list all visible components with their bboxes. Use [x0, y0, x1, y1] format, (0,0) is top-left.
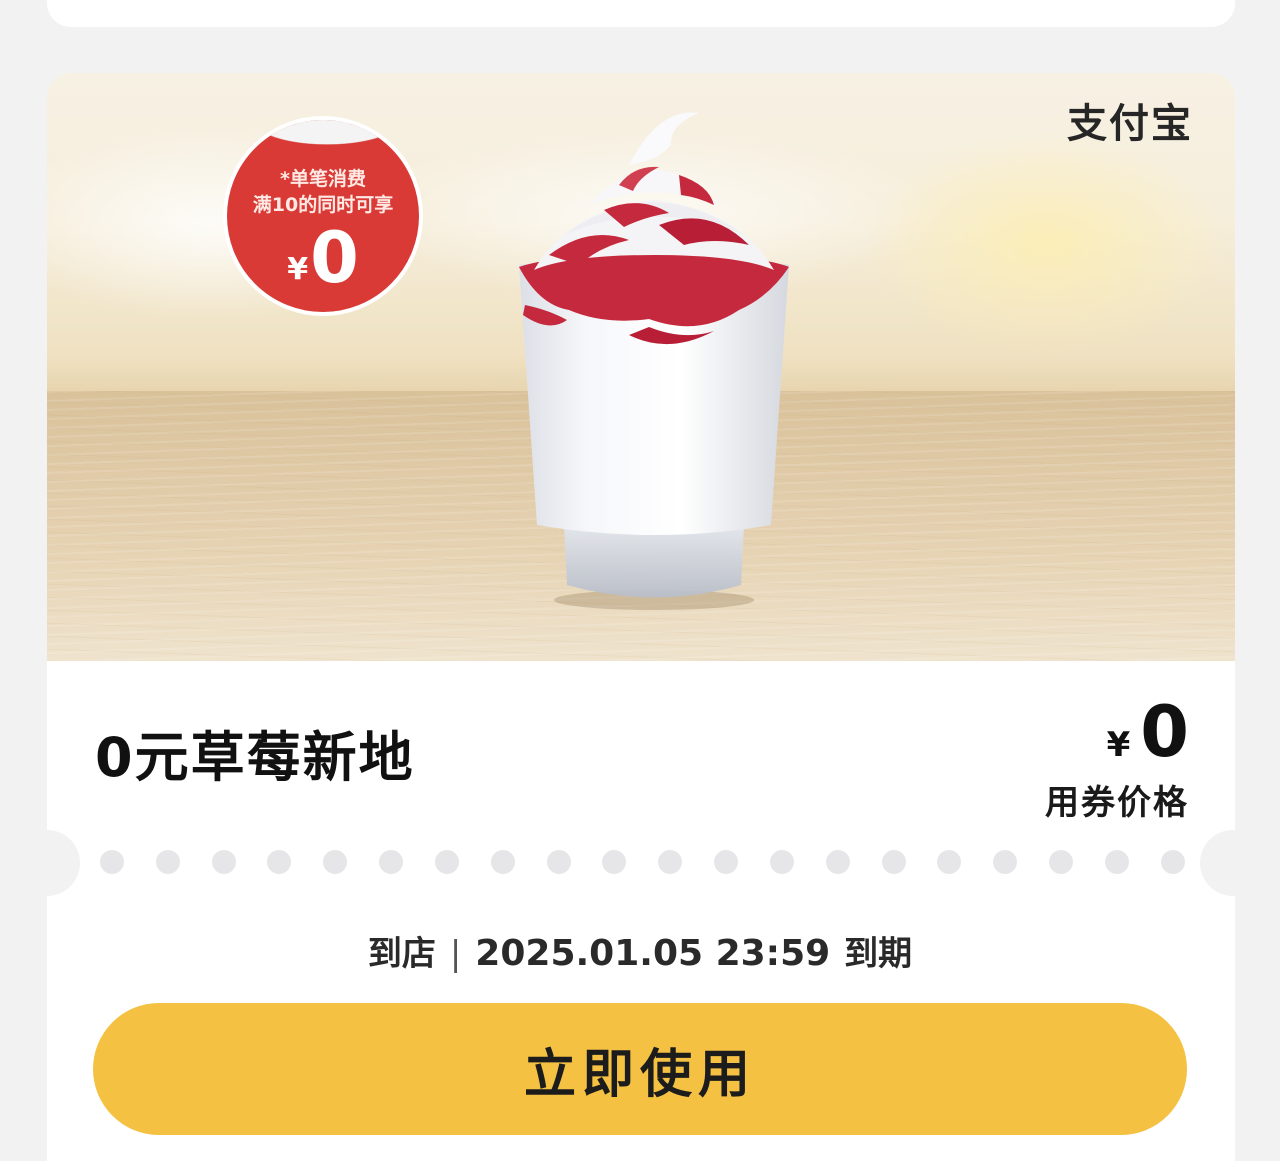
perforation-dot — [1160, 850, 1185, 874]
expiry-datetime: 2025.01.05 23:59 — [475, 933, 831, 974]
discount-badge: *单笔消费 满10的同时可享 ¥0 — [223, 116, 423, 316]
perforation-dot — [267, 850, 292, 874]
badge-price: ¥0 — [227, 218, 419, 298]
perforation-dots — [100, 850, 1185, 874]
product-title: 0元草莓新地 — [95, 726, 415, 789]
use-now-button[interactable]: 立即使用 — [93, 1003, 1187, 1135]
perforation-dot — [546, 850, 571, 874]
perforation-dot — [825, 850, 850, 874]
perforation-dot — [937, 850, 962, 874]
perforation-dot — [323, 850, 348, 874]
ticket-notch-right — [1200, 830, 1266, 896]
expiry-separator: | — [449, 934, 462, 974]
brand-label: 支付宝 — [1067, 101, 1193, 147]
badge-condition-line2: 满10的同时可享 — [252, 194, 394, 216]
ticket-notch-left — [14, 830, 80, 896]
coupon-card[interactable]: 支付宝 *单笔消费 满10的同时可享 ¥0 0元草莓新地 ¥0 用券价格 — [47, 73, 1235, 825]
price-label: 用券价格 — [1045, 783, 1189, 823]
perforation-dot — [490, 850, 515, 874]
expiry-suffix: 到期 — [844, 934, 913, 974]
perforation-dot — [602, 850, 627, 874]
strawberry-sundae-icon — [519, 112, 789, 610]
perforation-dot — [769, 850, 794, 874]
previous-coupon-card — [47, 0, 1235, 27]
badge-topping — [227, 120, 419, 164]
perforation-dot — [434, 850, 459, 874]
perforation-dot — [993, 850, 1018, 874]
badge-currency: ¥ — [287, 252, 309, 287]
perforation-dot — [1049, 850, 1074, 874]
redemption-channel: 到店 — [367, 934, 436, 974]
perforation-dot — [658, 850, 683, 874]
perforation-dot — [881, 850, 906, 874]
perforation-dot — [1104, 850, 1129, 874]
badge-amount: 0 — [310, 217, 359, 299]
coupon-price: ¥0 — [1107, 691, 1189, 773]
product-image: 支付宝 *单笔消费 满10的同时可享 ¥0 — [47, 73, 1235, 661]
perforation-dot — [211, 850, 236, 874]
perforation-dot — [100, 850, 124, 874]
perforation-dot — [155, 850, 180, 874]
expiry-info: 到店 | 2025.01.05 23:59 到期 — [0, 926, 1280, 975]
badge-condition-line1: *单笔消费 — [280, 168, 366, 190]
price-amount: 0 — [1140, 691, 1189, 773]
perforation-dot — [714, 850, 739, 874]
price-currency: ¥ — [1106, 725, 1131, 765]
perforation-dot — [379, 850, 404, 874]
